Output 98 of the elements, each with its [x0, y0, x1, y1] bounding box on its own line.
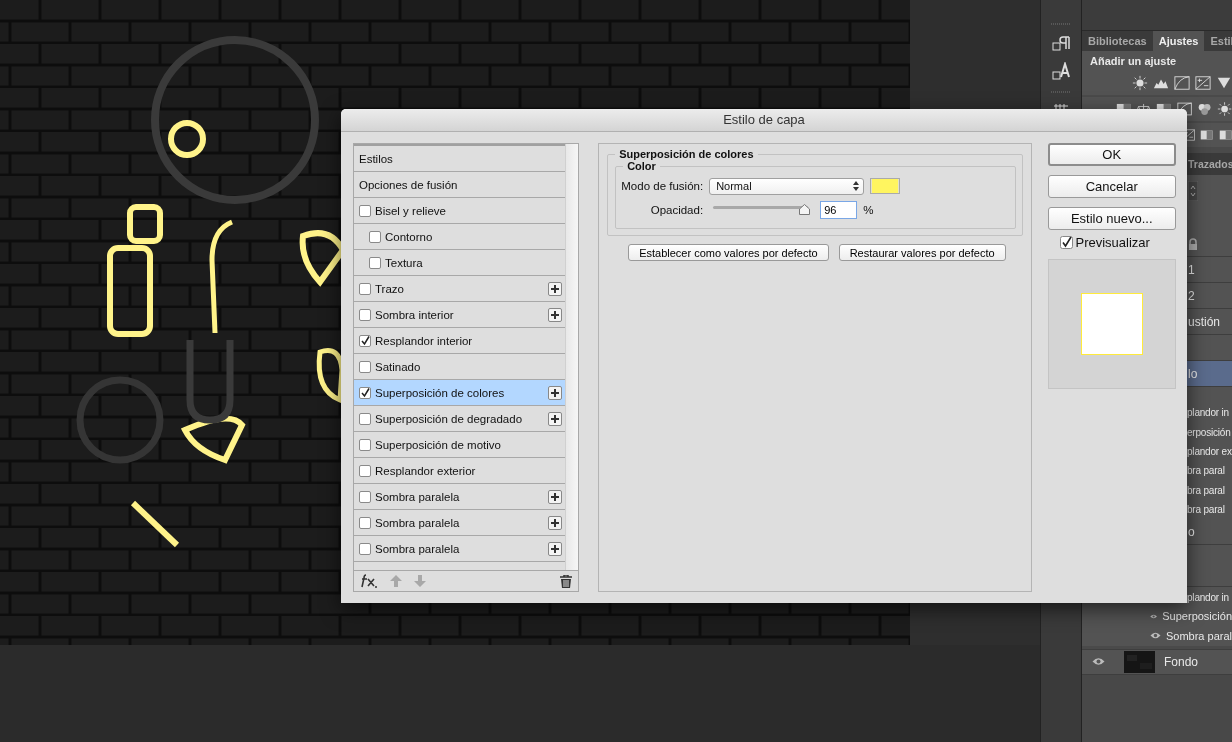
scrollbar[interactable] [565, 144, 579, 570]
checkbox[interactable] [369, 256, 381, 269]
panel-tab[interactable]: Estil [1204, 31, 1232, 51]
curves-icon[interactable] [1174, 75, 1190, 91]
style-label: Superposición de colores [375, 386, 506, 399]
style-label: Superposición de motivo [375, 438, 502, 451]
style-label: Superposición de degradado [375, 412, 524, 425]
defaults-button[interactable]: Restaurar valores por defecto [838, 244, 1006, 261]
layer-thumbnail [1124, 650, 1155, 673]
style-item[interactable]: Superposición de motivo [354, 432, 565, 458]
dialog-button[interactable]: Cancelar [1047, 175, 1176, 198]
effect-label: bra paral [1187, 504, 1225, 516]
style-label: Sombra paralela [375, 542, 461, 555]
opacity-field[interactable]: 96 [820, 201, 858, 219]
trash-icon[interactable] [560, 574, 573, 588]
panel-tab[interactable]: Ajustes [1152, 31, 1205, 51]
dropdown-arrows-icon [853, 181, 860, 191]
section-title: Superposición de colores [618, 148, 755, 160]
checkbox[interactable] [359, 360, 371, 373]
style-item[interactable]: Resplandor exterior [354, 458, 565, 484]
style-item[interactable]: Textura [354, 250, 565, 276]
fx-icon[interactable] [360, 574, 378, 588]
add-button[interactable] [548, 489, 562, 504]
style-label: Satinado [375, 360, 422, 373]
checkbox[interactable] [359, 438, 371, 451]
style-label: Opciones de fusión [359, 178, 459, 191]
field-label: Opacidad: [649, 204, 704, 216]
style-item[interactable]: Resplandor interior [354, 328, 565, 354]
style-item[interactable]: Superposición de degradado [354, 406, 565, 432]
field-label: Modo de fusión: [620, 180, 704, 192]
style-item[interactable]: Sombra interior [354, 302, 565, 328]
effect-label: erposición [1187, 426, 1231, 438]
paragraph-style-icon[interactable] [1050, 34, 1072, 54]
effect-label: Superposición [1162, 610, 1232, 623]
group-title: Color [626, 160, 657, 172]
style-item[interactable]: Trazo [354, 276, 565, 302]
add-button[interactable] [548, 385, 562, 400]
checkbox[interactable] [359, 516, 371, 529]
blend-mode-dropdown[interactable]: Normal [709, 177, 865, 195]
style-item[interactable]: Superposición de colores [354, 380, 565, 406]
exposure-icon[interactable] [1195, 75, 1211, 91]
style-label: Trazo [375, 282, 405, 295]
defaults-button[interactable]: Establecer como valores por defecto [628, 244, 829, 261]
add-button[interactable] [548, 411, 562, 426]
style-label: Bisel y relieve [375, 204, 447, 217]
checkbox[interactable] [359, 464, 371, 477]
effect-label: bra paral [1187, 484, 1225, 496]
character-style-icon[interactable] [1050, 62, 1072, 82]
style-label: Estilos [359, 152, 394, 165]
style-label: Sombra interior [375, 308, 455, 321]
dialog-button[interactable]: OK [1047, 143, 1176, 166]
checkbox[interactable] [369, 230, 381, 243]
eye-icon[interactable] [1150, 631, 1161, 641]
effect-label: plandor in [1187, 407, 1229, 419]
layer-name[interactable]: Fondo [1164, 654, 1199, 669]
checkbox[interactable] [359, 412, 371, 425]
lock-icon[interactable] [1188, 237, 1198, 250]
checkbox[interactable] [359, 490, 371, 503]
style-label: Sombra paralela [375, 516, 461, 529]
checkbox[interactable] [359, 204, 371, 217]
add-button[interactable] [548, 281, 562, 296]
unit-label: % [863, 204, 874, 216]
add-button[interactable] [548, 541, 562, 556]
style-item[interactable]: Contorno [354, 224, 565, 250]
effect-label: plandor in [1187, 591, 1229, 603]
brightness-icon[interactable] [1132, 75, 1148, 91]
checkbox[interactable] [359, 282, 371, 295]
window-title: Estilo de capa [341, 109, 1187, 132]
checkbox[interactable] [359, 386, 371, 399]
checkbox[interactable] [359, 308, 371, 321]
effect-label: bra paral [1187, 465, 1225, 477]
checkbox[interactable] [359, 542, 371, 555]
stepper-icon[interactable] [1188, 181, 1198, 201]
checkbox[interactable] [359, 334, 371, 347]
style-label: Resplandor exterior [375, 464, 477, 477]
panel-tab[interactable]: Bibliotecas [1082, 31, 1153, 51]
panel-heading: Añadir un ajuste [1090, 54, 1177, 69]
style-item[interactable]: Sombra paralela [354, 510, 565, 536]
style-label: Resplandor interior [375, 334, 474, 347]
brightness-icon[interactable] [1216, 101, 1232, 117]
dialog-button[interactable]: Estilo nuevo... [1047, 207, 1176, 230]
style-item[interactable]: Sombra paralela [354, 484, 565, 510]
checkbox[interactable] [1059, 236, 1073, 249]
color-swatch[interactable] [870, 178, 901, 194]
circles-icon[interactable] [1196, 101, 1212, 117]
checkbox-label: Previsualizar [1075, 235, 1150, 250]
effect-label: plandor ex [1187, 445, 1232, 457]
add-button[interactable] [548, 307, 562, 322]
effect-label: Sombra paral [1165, 629, 1232, 642]
eye-icon[interactable] [1092, 657, 1105, 666]
style-item[interactable]: Sombra paralela [354, 536, 565, 562]
style-label: Sombra paralela [375, 490, 461, 503]
slider-thumb[interactable] [799, 204, 811, 215]
style-label: Contorno [385, 230, 434, 243]
style-item[interactable]: Bisel y relieve [354, 198, 565, 224]
add-button[interactable] [548, 515, 562, 530]
style-label: Textura [385, 256, 424, 269]
preview-swatch [1080, 293, 1143, 355]
